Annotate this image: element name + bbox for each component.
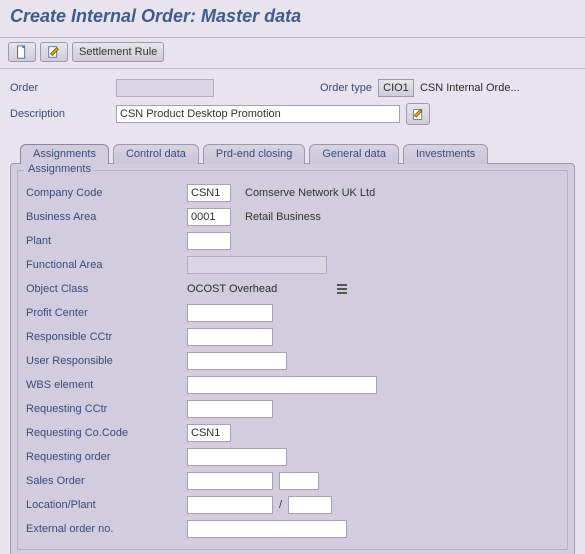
requesting-order-input[interactable] [187,448,287,466]
functional-area-input[interactable] [187,256,327,274]
tab-control-data[interactable]: Control data [113,144,199,164]
order-field[interactable] [116,79,214,97]
header-panel: Order Order type CIO1 CSN Internal Orde.… [0,69,585,133]
requesting-cctr-input[interactable] [187,400,273,418]
external-order-label: External order no. [26,523,181,535]
wbs-element-input[interactable] [187,376,377,394]
tab-investments[interactable]: Investments [403,144,488,164]
description-input[interactable] [116,105,400,123]
plant-input[interactable] [187,232,231,250]
tab-body: Assignments Company Code Comserve Networ… [10,163,575,554]
requesting-order-label: Requesting order [26,451,181,463]
sales-order-label: Sales Order [26,475,181,487]
business-area-input[interactable] [187,208,231,226]
company-code-input[interactable] [187,184,231,202]
document-icon [15,45,29,59]
business-area-desc: Retail Business [245,211,321,223]
user-responsible-input[interactable] [187,352,287,370]
description-label: Description [10,108,110,120]
sales-order-item-input[interactable] [279,472,319,490]
functional-area-label: Functional Area [26,259,181,271]
wbs-element-label: WBS element [26,379,181,391]
new-document-button[interactable] [8,42,36,62]
order-type-description: CSN Internal Orde... [420,82,520,94]
profit-center-label: Profit Center [26,307,181,319]
external-order-input[interactable] [187,520,347,538]
order-type-label: Order type [320,82,372,94]
responsible-cctr-label: Responsible CCtr [26,331,181,343]
pencil-icon [412,108,425,121]
assignments-group: Assignments Company Code Comserve Networ… [17,170,568,550]
requesting-co-code-input[interactable] [187,424,231,442]
location-plant-separator: / [279,499,282,511]
tab-assignments[interactable]: Assignments [20,144,109,164]
business-area-label: Business Area [26,211,181,223]
requesting-co-code-label: Requesting Co.Code [26,427,181,439]
location-input[interactable] [187,496,273,514]
user-responsible-label: User Responsible [26,355,181,367]
tab-container: Assignments Control data Prd-end closing… [0,133,585,554]
responsible-cctr-input[interactable] [187,328,273,346]
profit-center-input[interactable] [187,304,273,322]
tab-general-data[interactable]: General data [309,144,399,164]
location-plant-label: Location/Plant [26,499,181,511]
assignments-group-title: Assignments [24,163,95,175]
pencil-document-icon [47,45,61,59]
object-class-value: OCOST Overhead [187,283,277,295]
long-text-button[interactable] [406,103,430,125]
order-type-value[interactable]: CIO1 [378,79,414,97]
location-plant-input[interactable] [288,496,332,514]
company-code-desc: Comserve Network UK Ltd [245,187,375,199]
page-title: Create Internal Order: Master data [0,0,585,38]
sales-order-input[interactable] [187,472,273,490]
plant-label: Plant [26,235,181,247]
object-class-label: Object Class [26,283,181,295]
object-class-dropdown[interactable] [335,281,349,297]
requesting-cctr-label: Requesting CCtr [26,403,181,415]
list-icon [336,283,348,295]
tabstrip: Assignments Control data Prd-end closing… [20,144,575,164]
toolbar: Settlement Rule [0,38,585,69]
edit-button[interactable] [40,42,68,62]
settlement-rule-button[interactable]: Settlement Rule [72,42,164,62]
order-label: Order [10,82,110,94]
company-code-label: Company Code [26,187,181,199]
tab-prd-end-closing[interactable]: Prd-end closing [203,144,305,164]
